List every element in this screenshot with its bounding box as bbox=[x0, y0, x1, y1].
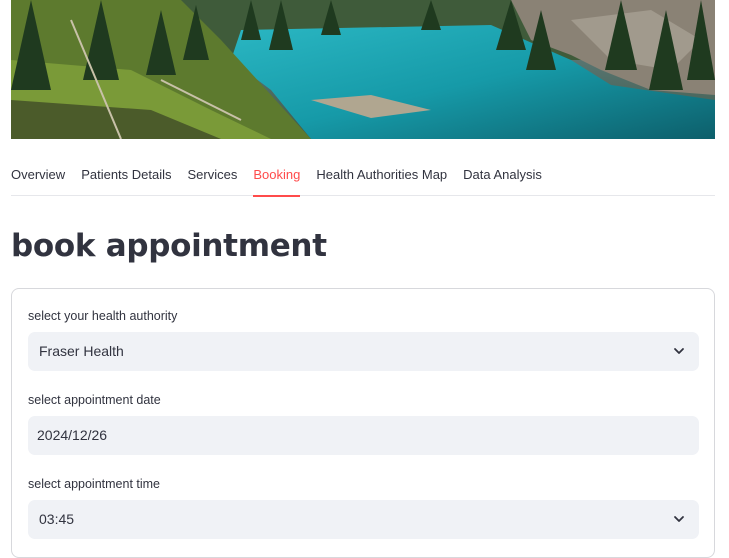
appointment-time-value: 03:45 bbox=[39, 511, 75, 527]
health-authority-select[interactable]: Fraser Health bbox=[28, 332, 699, 371]
chevron-down-icon bbox=[674, 348, 684, 354]
appointment-date-input[interactable]: 2024/12/26 bbox=[28, 416, 699, 455]
tab-health-authorities-map[interactable]: Health Authorities Map bbox=[316, 158, 447, 196]
page-title: book appointment bbox=[11, 228, 327, 264]
tab-booking[interactable]: Booking bbox=[253, 158, 300, 197]
tab-patients-details[interactable]: Patients Details bbox=[81, 158, 171, 196]
appointment-time-label: select appointment time bbox=[28, 477, 161, 491]
health-authority-label: select your health authority bbox=[28, 309, 178, 323]
banner-image bbox=[11, 0, 715, 139]
appointment-time-select[interactable]: 03:45 bbox=[28, 500, 699, 539]
chevron-down-icon bbox=[674, 516, 684, 522]
appointment-date-label: select appointment date bbox=[28, 393, 161, 407]
health-authority-value: Fraser Health bbox=[39, 343, 124, 359]
tab-bar: Overview Patients Details Services Booki… bbox=[11, 158, 715, 197]
tab-data-analysis[interactable]: Data Analysis bbox=[463, 158, 542, 196]
booking-form: select your health authority Fraser Heal… bbox=[11, 288, 715, 558]
lake-landscape-image bbox=[11, 0, 715, 139]
tab-overview[interactable]: Overview bbox=[11, 158, 65, 196]
appointment-date-value: 2024/12/26 bbox=[37, 427, 108, 443]
tab-services[interactable]: Services bbox=[188, 158, 238, 196]
